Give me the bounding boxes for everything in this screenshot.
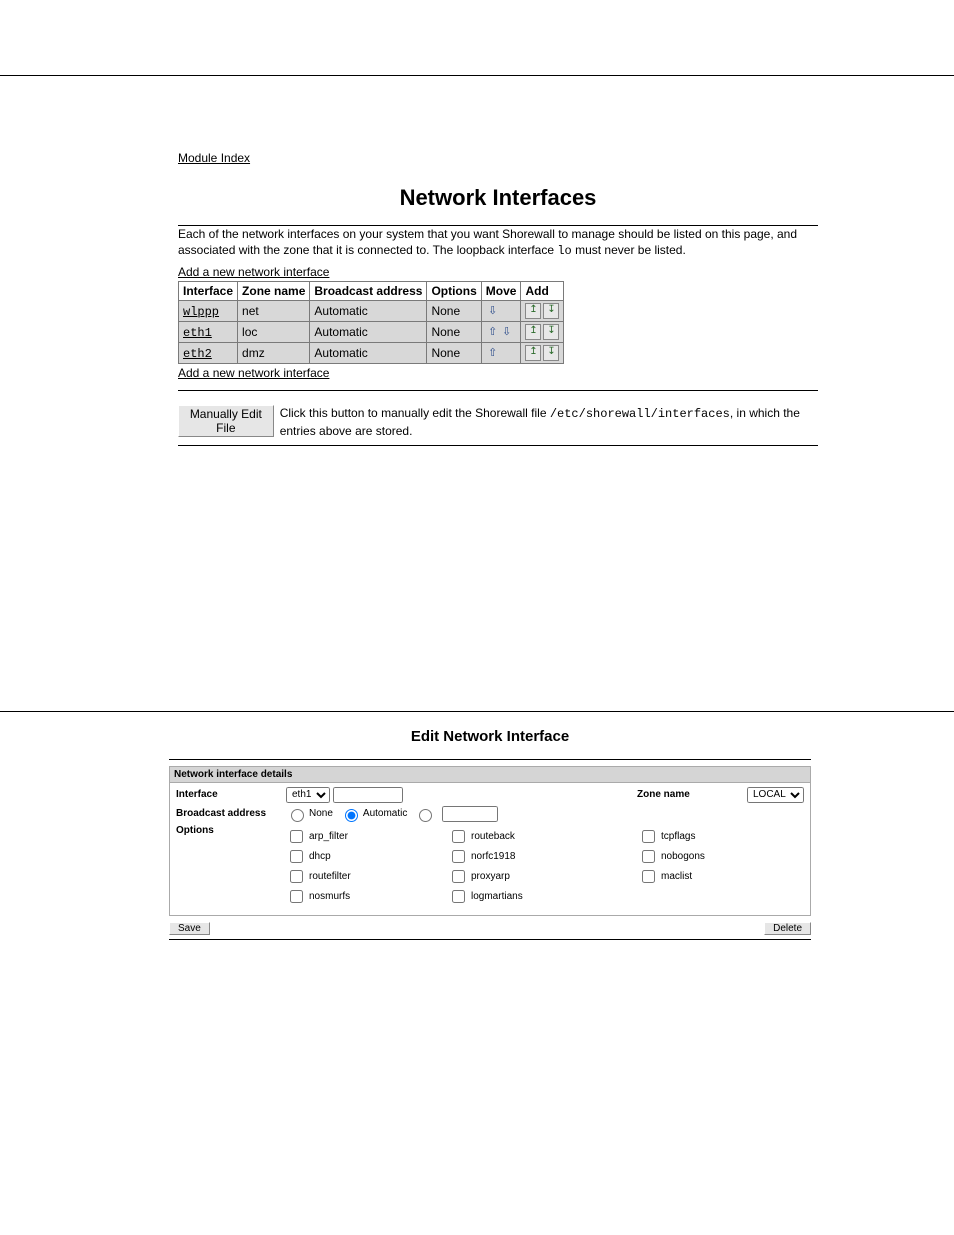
col-broadcast: Broadcast address: [310, 282, 427, 301]
option-norfc1918[interactable]: norfc1918: [448, 847, 638, 866]
interface-select[interactable]: eth1: [286, 787, 330, 803]
move-down-icon[interactable]: ⇩: [486, 305, 500, 319]
col-options: Options: [427, 282, 481, 301]
move-down-icon[interactable]: ⇩: [500, 326, 514, 340]
interface-link[interactable]: eth2: [183, 347, 212, 361]
options-label: Options: [176, 825, 286, 836]
interfaces-table: Interface Zone name Broadcast address Op…: [178, 281, 564, 364]
option-routeback[interactable]: routeback: [448, 827, 638, 846]
zone-cell: loc: [238, 322, 310, 343]
add-cell: ↥↧: [521, 343, 564, 364]
add-above-icon[interactable]: ↥: [525, 303, 541, 319]
option-maclist[interactable]: maclist: [638, 867, 778, 886]
col-add: Add: [521, 282, 564, 301]
broadcast-label: Broadcast address: [176, 808, 286, 819]
options-cell: None: [427, 322, 481, 343]
move-cell: ⇧: [481, 343, 521, 364]
col-zone: Zone name: [238, 282, 310, 301]
options-cell: None: [427, 301, 481, 322]
options-cell: None: [427, 343, 481, 364]
col-move: Move: [481, 282, 521, 301]
zone-cell: dmz: [238, 343, 310, 364]
move-cell: ⇩: [481, 301, 521, 322]
move-up-icon[interactable]: ⇧: [486, 326, 500, 340]
option-routefilter[interactable]: routefilter: [286, 867, 448, 886]
add-cell: ↥↧: [521, 322, 564, 343]
edit-page-title: Edit Network Interface: [169, 728, 811, 745]
move-cell: ⇧⇩: [481, 322, 521, 343]
table-row: wlppp netAutomaticNone ⇩ ↥↧: [179, 301, 564, 322]
interface-link[interactable]: eth1: [183, 326, 212, 340]
interface-link[interactable]: wlppp: [183, 305, 219, 319]
move-up-icon[interactable]: ⇧: [486, 347, 500, 361]
add-cell: ↥↧: [521, 301, 564, 322]
zone-label: Zone name: [637, 789, 747, 800]
add-interface-link-top[interactable]: Add a new network interface: [178, 265, 329, 279]
option-proxyarp[interactable]: proxyarp: [448, 867, 638, 886]
broadcast-automatic-radio[interactable]: Automatic: [340, 806, 407, 822]
details-header: Network interface details: [170, 767, 810, 783]
delete-button[interactable]: Delete: [764, 922, 811, 935]
divider: [178, 390, 818, 391]
zone-cell: net: [238, 301, 310, 322]
divider-top: [0, 75, 954, 76]
option-nobogons[interactable]: nobogons: [638, 847, 778, 866]
option-logmartians[interactable]: logmartians: [448, 887, 638, 906]
add-above-icon[interactable]: ↥: [525, 345, 541, 361]
network-interfaces-panel: Module Index Network Interfaces Each of …: [178, 151, 818, 446]
broadcast-none-radio[interactable]: None: [286, 806, 333, 822]
option-nosmurfs[interactable]: nosmurfs: [286, 887, 448, 906]
table-row: eth1locAutomaticNone⇧⇩↥↧: [179, 322, 564, 343]
description-text: Each of the network interfaces on your s…: [178, 226, 818, 259]
add-below-icon[interactable]: ↧: [543, 303, 559, 319]
interface-label: Interface: [176, 789, 286, 800]
details-box: Network interface details Interface eth1…: [169, 766, 811, 916]
broadcast-cell: Automatic: [310, 322, 427, 343]
add-interface-link-bottom[interactable]: Add a new network interface: [178, 366, 329, 380]
add-below-icon[interactable]: ↧: [543, 345, 559, 361]
broadcast-custom-radio[interactable]: [414, 806, 435, 822]
save-button[interactable]: Save: [169, 922, 210, 935]
module-index-link[interactable]: Module Index: [178, 151, 250, 165]
option-tcpflags[interactable]: tcpflags: [638, 827, 778, 846]
broadcast-cell: Automatic: [310, 343, 427, 364]
option-dhcp[interactable]: dhcp: [286, 847, 448, 866]
manual-edit-description: Click this button to manually edit the S…: [280, 405, 818, 438]
col-interface: Interface: [179, 282, 238, 301]
table-header-row: Interface Zone name Broadcast address Op…: [179, 282, 564, 301]
divider-mid: [0, 711, 954, 712]
table-row: eth2 dmzAutomaticNone ⇧ ↥↧: [179, 343, 564, 364]
broadcast-cell: Automatic: [310, 301, 427, 322]
zone-select[interactable]: LOCAL: [747, 787, 804, 803]
interface-text-input[interactable]: [333, 787, 403, 803]
add-below-icon[interactable]: ↧: [543, 324, 559, 340]
edit-interface-panel: Edit Network Interface Network interface…: [169, 728, 811, 940]
broadcast-custom-input[interactable]: [442, 806, 498, 822]
manually-edit-file-button[interactable]: Manually Edit File: [178, 405, 274, 437]
divider: [169, 939, 811, 940]
add-above-icon[interactable]: ↥: [525, 324, 541, 340]
option-arp_filter[interactable]: arp_filter: [286, 827, 448, 846]
